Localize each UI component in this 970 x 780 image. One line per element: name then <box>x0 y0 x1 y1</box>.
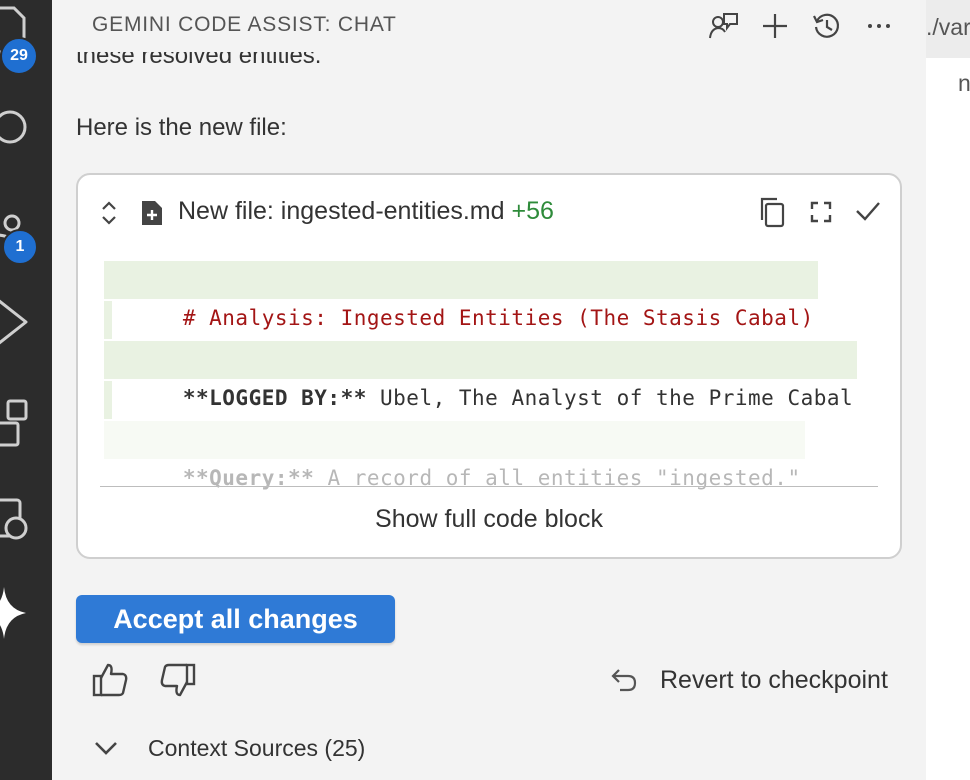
panel-title: GEMINI CODE ASSIST: CHAT <box>92 13 397 36</box>
context-sources-toggle[interactable]: Context Sources (25) <box>92 730 365 766</box>
expand-collapse-icon[interactable] <box>100 199 118 227</box>
plus-icon <box>763 14 787 38</box>
search-icon[interactable] <box>0 103 52 153</box>
explorer-badge: 29 <box>0 37 38 75</box>
code-heading-text: # Analysis: Ingested Entities (The Stasi… <box>182 306 814 330</box>
code-line-blank <box>104 381 112 419</box>
revert-icon <box>611 669 637 692</box>
chat-feedback-icon <box>709 13 738 39</box>
show-full-code-button[interactable]: Show full code block <box>78 505 900 534</box>
copy-icon[interactable] <box>758 196 786 228</box>
more-actions-button[interactable] <box>863 10 895 42</box>
intro-text: Here is the new file: <box>76 114 287 141</box>
code-block-card: New file: ingested-entities.md +56 # Ana… <box>76 173 902 559</box>
card-divider <box>100 486 878 487</box>
thumbs-up-icon <box>92 663 128 697</box>
code-line: **LOGGED BY:** Ubel, The Analyst of the … <box>104 341 858 410</box>
feedback-button[interactable] <box>707 10 739 42</box>
thumbs-up-button[interactable] <box>88 660 132 700</box>
code-line: **Query:** A record of all entities "ing… <box>104 421 805 490</box>
diff-count: +56 <box>511 197 554 225</box>
code-plain-text: Ubel, The Analyst of the Prime Cabal <box>366 386 854 410</box>
chevron-down-icon <box>95 742 117 755</box>
history-icon <box>813 13 840 38</box>
chat-panel: these resolved entities. GEMINI CODE ASS… <box>52 0 926 780</box>
context-sources-label: Context Sources (25) <box>148 734 366 761</box>
source-control-badge: 1 <box>2 229 38 265</box>
file-title: New file: ingested-entities.md +56 <box>178 197 554 226</box>
code-line: # Analysis: Ingested Entities (The Stasi… <box>104 261 818 330</box>
check-icon[interactable] <box>854 199 882 223</box>
new-file-icon <box>142 201 162 225</box>
new-chat-button[interactable] <box>759 10 791 42</box>
breadcrumb[interactable]: ./var <box>926 14 970 41</box>
remote-explorer-icon[interactable] <box>0 492 52 552</box>
revert-label: Revert to checkpoint <box>660 665 888 694</box>
gemini-sparkle-icon[interactable] <box>0 583 52 643</box>
editor-text-fragment: n <box>958 70 970 96</box>
panel-header: GEMINI CODE ASSIST: CHAT <box>52 0 926 52</box>
extensions-icon[interactable] <box>0 393 52 453</box>
more-icon <box>868 24 890 28</box>
code-block-header: New file: ingested-entities.md +56 <box>78 175 900 245</box>
thumbs-down-button[interactable] <box>156 660 200 700</box>
activity-bar: 29 1 <box>0 0 52 780</box>
code-line-blank <box>104 301 112 339</box>
file-label: New file: ingested-entities.md <box>178 197 505 225</box>
revert-to-checkpoint-button[interactable]: Revert to checkpoint <box>610 662 888 698</box>
accept-all-changes-button[interactable]: Accept all changes <box>76 595 395 643</box>
editor-area: ./var n <box>926 0 970 780</box>
fullscreen-icon[interactable] <box>810 201 832 223</box>
thumbs-down-icon <box>160 663 196 697</box>
history-button[interactable] <box>811 10 843 42</box>
editor-tab-bar: ./var <box>926 0 970 58</box>
run-debug-icon[interactable] <box>0 292 52 352</box>
code-bold-text: **LOGGED BY:** <box>182 386 367 410</box>
